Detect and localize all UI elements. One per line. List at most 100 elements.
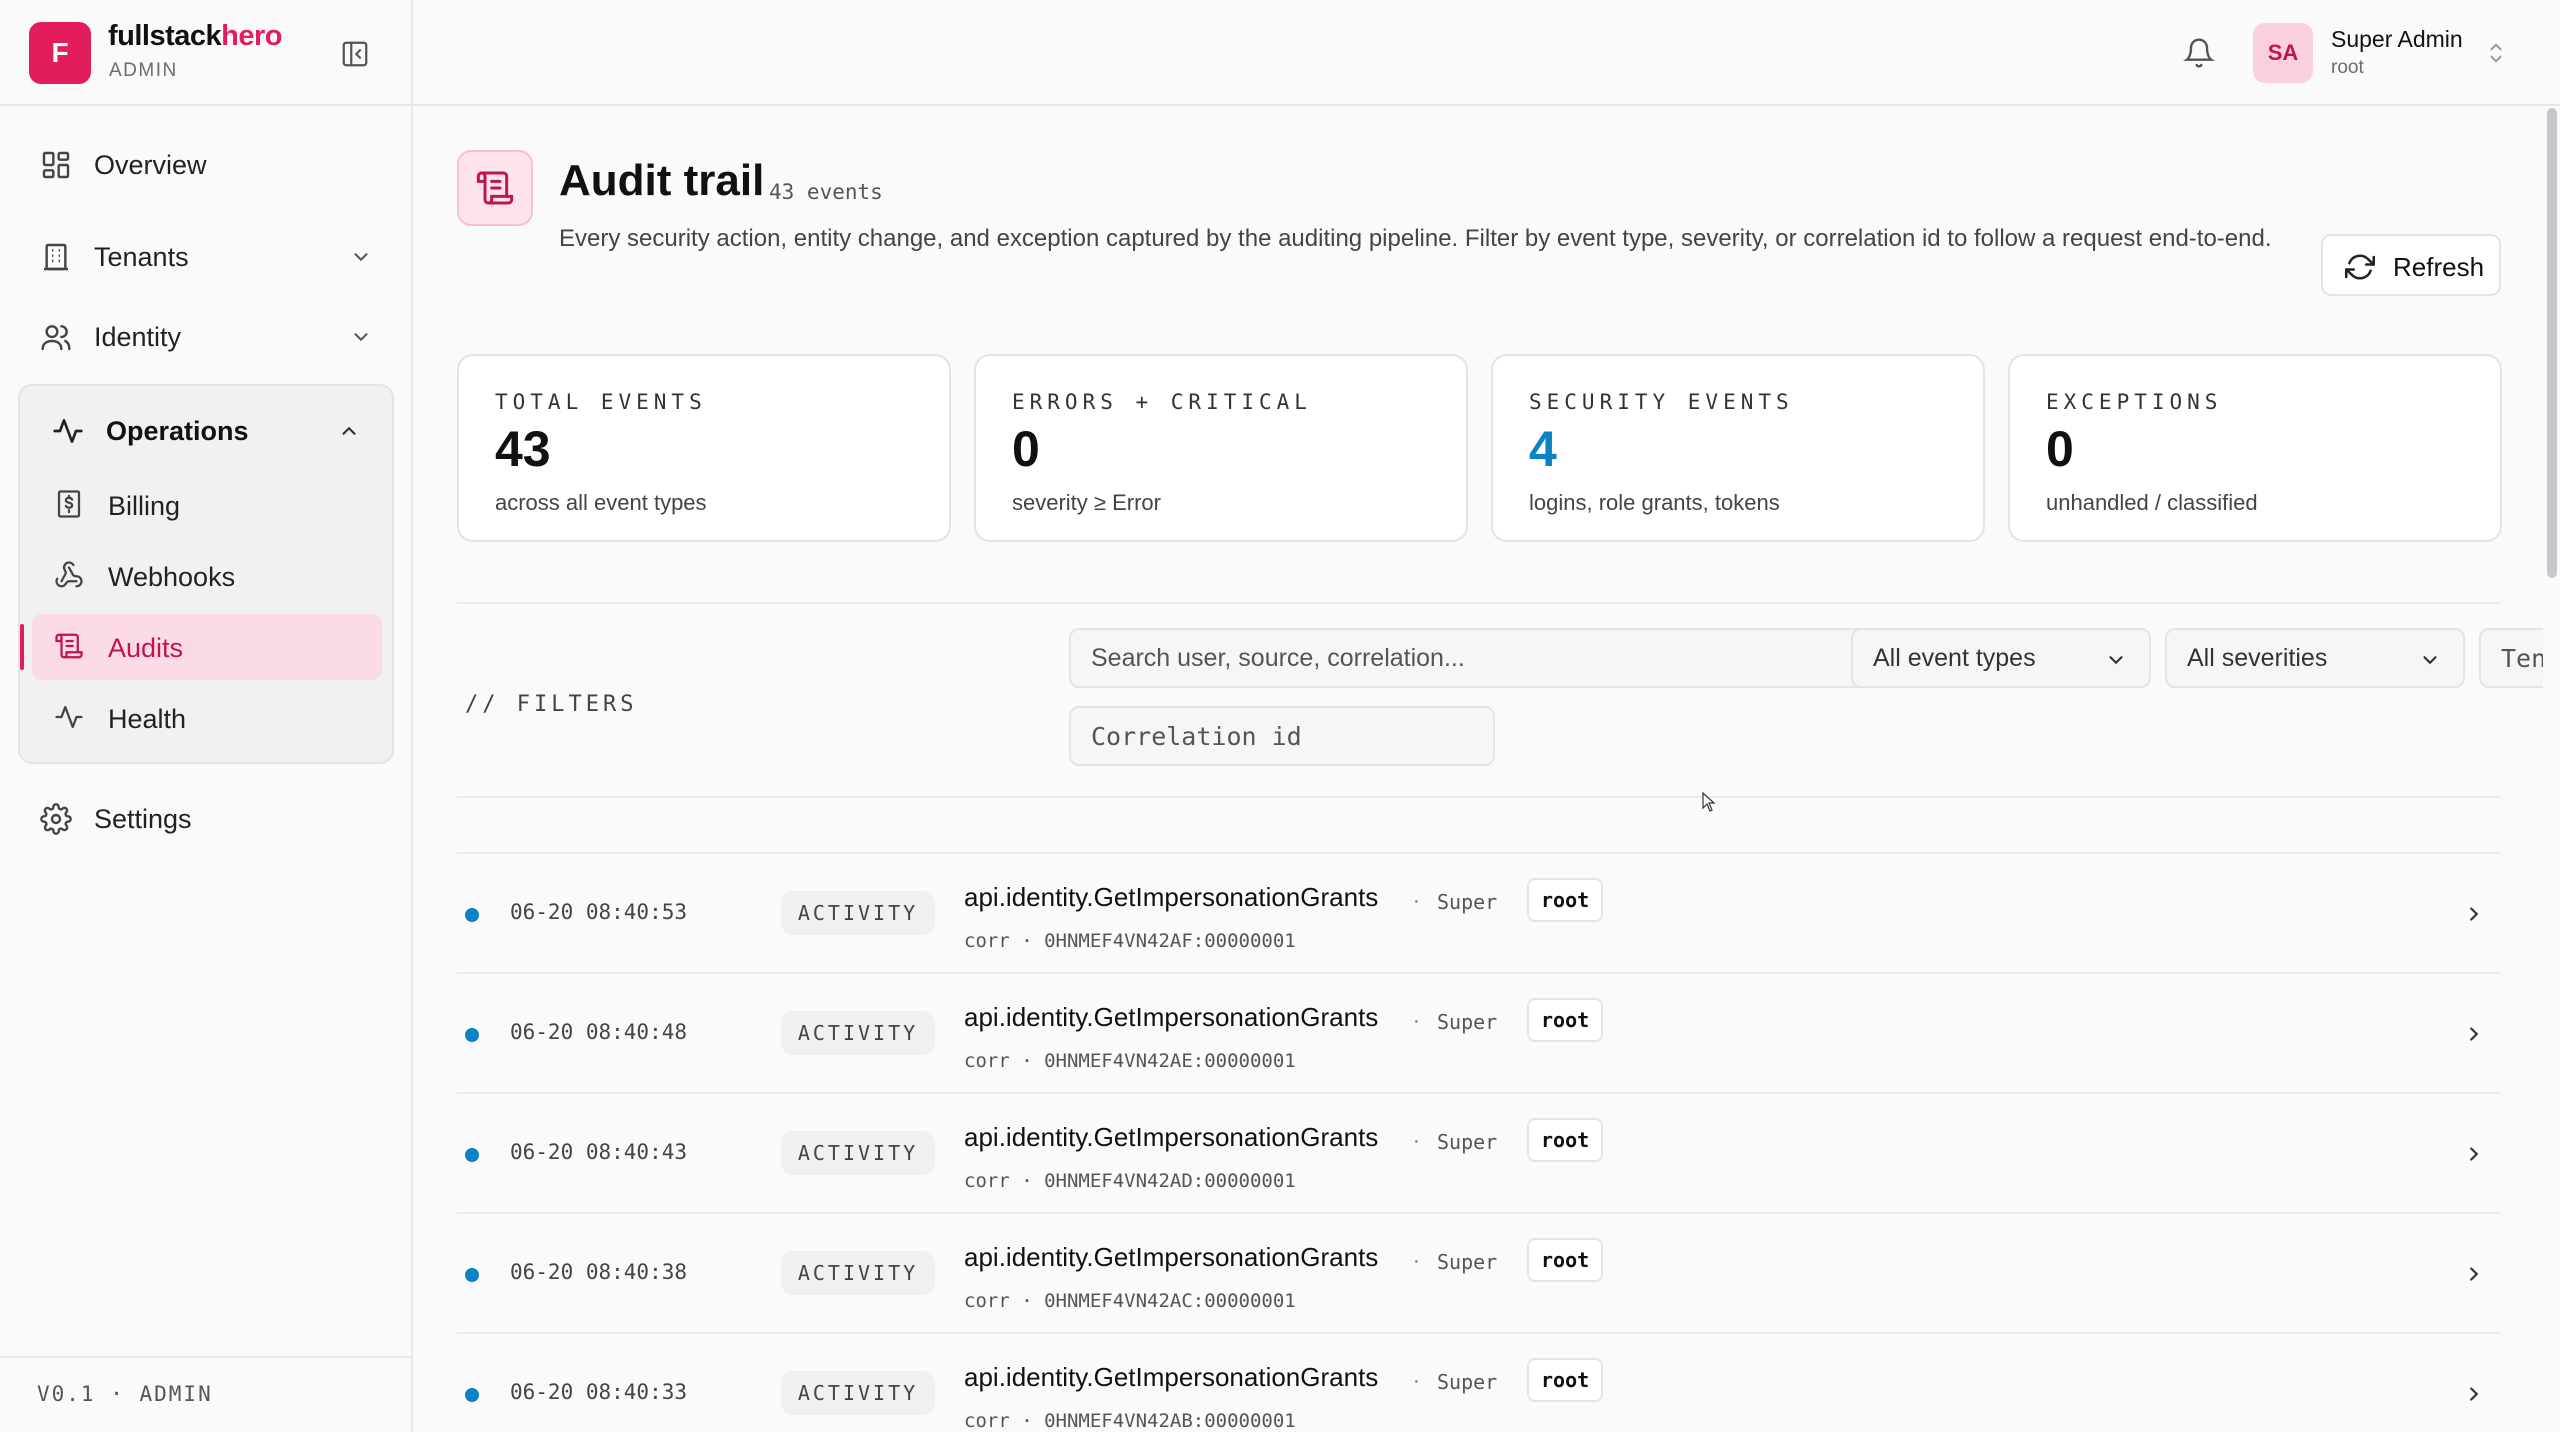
sidebar-item-label: Billing	[108, 491, 181, 521]
correlation-id-input-wrapper[interactable]	[1069, 706, 1495, 766]
sidebar-item-overview[interactable]: Overview	[18, 132, 394, 198]
correlation-id: corr · 0HNMEF4VN42AC:00000001	[964, 1290, 1296, 1312]
correlation-id: corr · 0HNMEF4VN42AE:00000001	[964, 1050, 1296, 1072]
event-user: Super	[1437, 890, 1498, 914]
table-row[interactable]: 06-20 08:40:43 ACTIVITY api.identity.GetIm…	[457, 1092, 2501, 1212]
bell-icon[interactable]	[2183, 36, 2215, 70]
sidebar: F fullstackhero ADMIN Overview Tenants I…	[0, 0, 413, 1432]
chevron-down-icon	[2105, 649, 2127, 671]
sidebar-group-operations: Operations Billing Webhooks Audits Healt…	[18, 384, 394, 764]
event-time: 06-20 08:40:53	[510, 900, 688, 924]
page-description: Every security action, entity change, an…	[559, 225, 2272, 252]
user-role: root	[2331, 57, 2364, 78]
brand-name-accent: hero	[221, 20, 283, 52]
sidebar-item-identity[interactable]: Identity	[18, 304, 394, 370]
sidebar-item-label: Operations	[106, 415, 249, 446]
sidebar-collapse-icon[interactable]	[340, 39, 370, 69]
event-user: Super	[1437, 1370, 1498, 1394]
sidebar-item-audits[interactable]: Audits	[20, 614, 382, 680]
sidebar-item-health[interactable]: Health	[32, 685, 382, 751]
stat-card-security-events: SECURITY EVENTS 4 logins, role grants, t…	[1491, 354, 1985, 542]
refresh-button[interactable]: Refresh	[2321, 234, 2501, 296]
sidebar-item-label: Overview	[94, 149, 207, 180]
tenant-id-input-wrapper[interactable]	[2479, 628, 2543, 688]
stat-value: 4	[1529, 421, 1557, 477]
chevrons-up-down-icon[interactable]	[2485, 38, 2507, 68]
chevron-down-icon	[2419, 649, 2441, 671]
severity-dot	[465, 1148, 479, 1162]
filters-label: // FILTERS	[465, 692, 638, 717]
table-row[interactable]: 06-20 08:40:48 ACTIVITY api.identity.GetIm…	[457, 972, 2501, 1092]
event-type-select[interactable]: All event types	[1851, 628, 2151, 688]
sidebar-item-label: Webhooks	[108, 562, 236, 592]
chevron-right-icon	[2463, 1382, 2485, 1406]
sidebar-item-operations[interactable]: Operations	[20, 398, 392, 464]
event-source: api.identity.GetImpersonationGrants	[964, 1002, 1379, 1032]
activity-icon	[52, 415, 84, 447]
filters-panel: // FILTERS All event types All severitie…	[457, 602, 2543, 798]
refresh-label: Refresh	[2393, 252, 2485, 282]
search-input-wrapper[interactable]	[1069, 628, 1881, 688]
event-time: 06-20 08:40:38	[510, 1260, 688, 1284]
severity-dot	[465, 1028, 479, 1042]
stat-value: 0	[2046, 421, 2074, 477]
refresh-icon	[2345, 252, 2375, 282]
correlation-id: corr · 0HNMEF4VN42AB:00000001	[964, 1410, 1296, 1432]
event-type-badge: ACTIVITY	[781, 1131, 935, 1175]
users-icon	[40, 321, 72, 353]
avatar[interactable]: SA	[2253, 23, 2313, 83]
severity-select[interactable]: All severities	[2165, 628, 2465, 688]
receipt-icon	[54, 489, 84, 519]
pulse-icon	[54, 702, 84, 732]
sidebar-footer: V0.1 · ADMIN	[0, 1356, 411, 1432]
separator: ·	[1413, 1010, 1420, 1032]
stat-key: SECURITY EVENTS	[1529, 390, 1794, 414]
event-type-value: All event types	[1873, 644, 2036, 672]
correlation-id-input[interactable]	[1091, 708, 1473, 764]
stat-card-errors: ERRORS + CRITICAL 0 severity ≥ Error	[974, 354, 1468, 542]
table-row[interactable]: 06-20 08:40:38 ACTIVITY api.identity.GetIm…	[457, 1212, 2501, 1332]
sidebar-item-tenants[interactable]: Tenants	[18, 224, 394, 290]
stat-key: TOTAL EVENTS	[495, 390, 707, 414]
table-row[interactable]: 06-20 08:40:33 ACTIVITY api.identity.GetIm…	[457, 1332, 2501, 1432]
event-source: api.identity.GetImpersonationGrants	[964, 1242, 1379, 1272]
event-source: api.identity.GetImpersonationGrants	[964, 1362, 1379, 1392]
scrollbar[interactable]	[2547, 108, 2557, 578]
event-count: 43 events	[769, 180, 883, 204]
event-user: Super	[1437, 1130, 1498, 1154]
building-icon	[40, 241, 72, 273]
severity-value: All severities	[2187, 644, 2328, 672]
main-content: Audit trail 43 events Every security act…	[413, 106, 2543, 1432]
sidebar-item-label: Health	[108, 704, 187, 734]
user-name[interactable]: Super Admin	[2331, 26, 2463, 53]
grid-icon	[40, 149, 72, 181]
severity-dot	[465, 908, 479, 922]
tenant-badge: root	[1527, 1358, 1604, 1402]
sidebar-item-label: Tenants	[94, 241, 189, 272]
tenant-badge: root	[1527, 1238, 1604, 1282]
event-time: 06-20 08:40:48	[510, 1020, 688, 1044]
brand-subtitle: ADMIN	[109, 60, 178, 81]
table-row[interactable]: 06-20 08:40:53 ACTIVITY api.identity.GetIm…	[457, 852, 2501, 972]
event-type-badge: ACTIVITY	[781, 1011, 935, 1055]
stat-value: 0	[1012, 421, 1040, 477]
brand-logo[interactable]: F	[29, 22, 91, 84]
stat-sub: across all event types	[495, 490, 707, 515]
top-bar: SA Super Admin root	[413, 0, 2560, 106]
sidebar-item-billing[interactable]: Billing	[32, 472, 382, 538]
sidebar-item-settings[interactable]: Settings	[18, 786, 394, 852]
page-title: Audit trail	[559, 156, 765, 205]
chevron-right-icon	[2463, 1142, 2485, 1166]
tenant-badge: root	[1527, 998, 1604, 1042]
stat-sub: logins, role grants, tokens	[1529, 490, 1780, 515]
webhook-icon	[54, 560, 84, 590]
chevron-right-icon	[2463, 1022, 2485, 1046]
sidebar-item-label: Settings	[94, 803, 192, 834]
stat-key: ERRORS + CRITICAL	[1012, 390, 1312, 414]
tenant-id-input[interactable]	[2501, 630, 2543, 686]
brand-name: fullstackhero	[108, 20, 283, 53]
sidebar-item-webhooks[interactable]: Webhooks	[32, 543, 382, 609]
separator: ·	[1413, 1370, 1420, 1392]
search-input[interactable]	[1091, 630, 1859, 687]
sidebar-item-label: Identity	[94, 321, 182, 352]
